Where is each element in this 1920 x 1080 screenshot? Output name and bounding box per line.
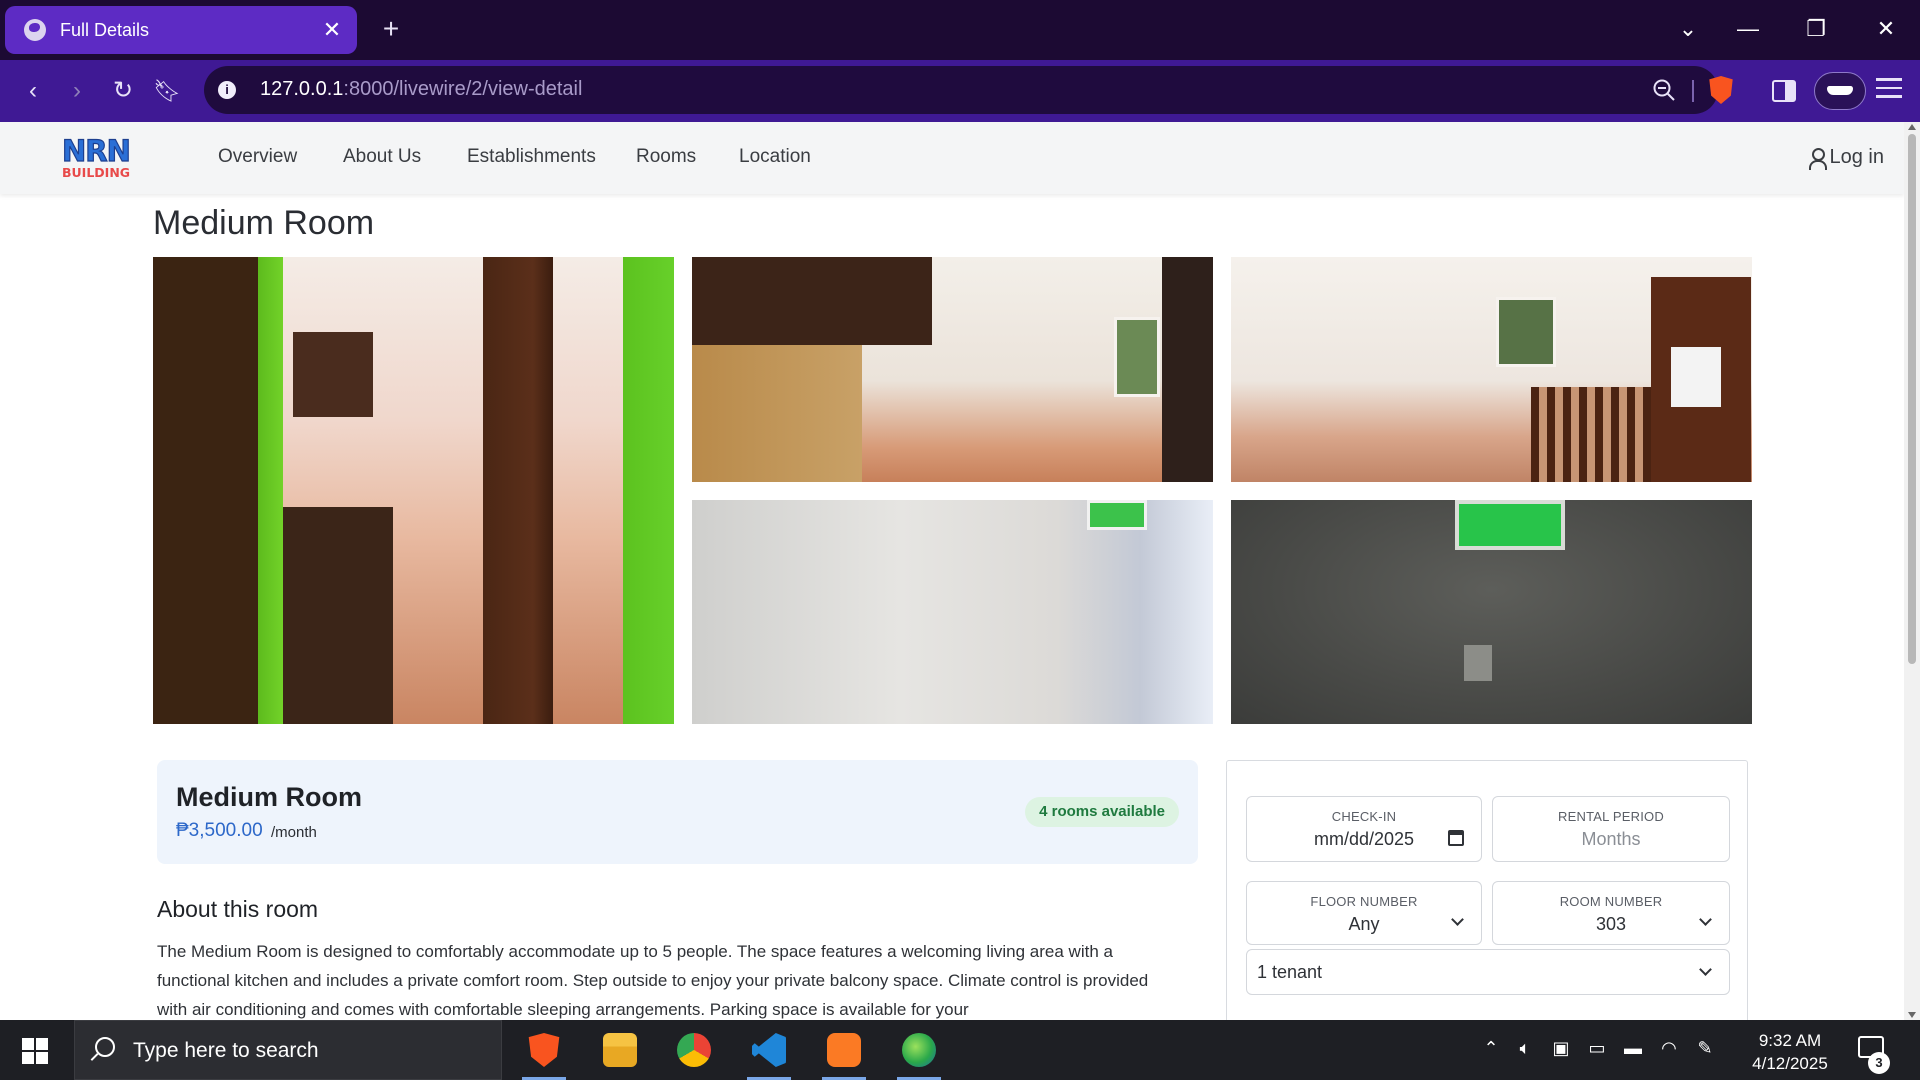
taskbar-clock[interactable]: 9:32 AM 4/12/2025 (1720, 1029, 1860, 1075)
menu-icon[interactable] (1876, 78, 1902, 100)
back-icon[interactable]: ‹ (16, 74, 50, 108)
room-photo-bathroom-wall[interactable] (1231, 500, 1752, 724)
floor-number-select[interactable]: FLOOR NUMBER Any (1246, 881, 1482, 945)
wifi-icon[interactable]: ◠ (1654, 1038, 1684, 1059)
chevron-down-icon (1699, 963, 1712, 976)
nav-rooms[interactable]: Rooms (636, 146, 696, 168)
nav-establishments[interactable]: Establishments (467, 146, 596, 168)
browser-tab-strip: Full Details ✕ + ⌄ — ❐ ✕ (0, 0, 1920, 60)
room-name: Medium Room (176, 782, 362, 812)
url-text[interactable]: 127.0.0.1:8000/livewire/2/view-detail (260, 78, 582, 101)
tray-overflow-icon[interactable]: ⌃ (1476, 1038, 1506, 1059)
room-summary-card: Medium Room ₱3,500.00 /month 4 rooms ava… (157, 760, 1198, 864)
tab-title: Full Details (60, 19, 150, 40)
close-window-button[interactable]: ✕ (1866, 14, 1906, 44)
new-tab-button[interactable]: + (376, 14, 406, 44)
tab-search-chevron-icon[interactable]: ⌄ (1668, 14, 1708, 44)
tenant-count-select[interactable]: 1 tenant (1246, 949, 1730, 995)
page-title: Medium Room (153, 204, 375, 242)
vscode-taskbar-icon[interactable] (741, 1028, 797, 1080)
tab-close-icon[interactable]: ✕ (317, 17, 347, 43)
toolbar-separator (1692, 80, 1694, 102)
chrome-taskbar-icon[interactable] (666, 1028, 722, 1072)
brave-taskbar-icon[interactable] (516, 1028, 572, 1080)
meet-icon[interactable]: ▣ (1546, 1038, 1576, 1059)
room-price: ₱3,500.00 (176, 820, 263, 841)
sidebar-toggle-icon[interactable] (1772, 80, 1796, 102)
xampp-taskbar-icon[interactable] (816, 1028, 872, 1080)
forward-icon[interactable]: › (60, 74, 94, 108)
battery-icon[interactable]: ▬ (1618, 1038, 1648, 1059)
scroll-down-arrow-icon[interactable] (1908, 1012, 1916, 1018)
nav-location[interactable]: Location (739, 146, 811, 168)
booking-form: CHECK-IN mm/dd/2025 RENTAL PERIOD Months… (1226, 760, 1748, 1020)
user-icon (1808, 147, 1827, 170)
display-icon[interactable]: ▭ (1582, 1038, 1612, 1059)
file-explorer-taskbar-icon[interactable] (592, 1028, 648, 1072)
windows-start-icon[interactable] (22, 1038, 48, 1064)
reader-mode-button[interactable] (1814, 72, 1866, 110)
page-scrollbar[interactable] (1904, 122, 1920, 1020)
page-viewport: NRN BUILDING Overview About Us Establish… (0, 122, 1904, 1020)
scroll-up-arrow-icon[interactable] (1908, 124, 1916, 130)
availability-badge: 4 rooms available (1025, 797, 1179, 827)
app-taskbar-icon[interactable] (891, 1028, 947, 1080)
room-photo-kitchen[interactable] (692, 257, 1213, 482)
windows-taskbar: Type here to search ⌃ 🔈︎ ▣ ▭ ▬ ◠ ✎ 9:32 … (0, 1020, 1920, 1080)
price-unit: /month (271, 824, 317, 841)
site-logo[interactable]: NRN BUILDING (61, 135, 142, 182)
restore-button[interactable]: ❐ (1796, 14, 1836, 44)
zoom-out-icon[interactable] (1652, 78, 1676, 102)
browser-tab-active[interactable]: Full Details ✕ (5, 6, 357, 54)
room-photo-main[interactable] (153, 257, 674, 724)
rental-period-input[interactable]: RENTAL PERIOD Months (1492, 796, 1730, 862)
site-info-icon[interactable]: i (218, 81, 236, 99)
bookmark-icon[interactable]: 🔖︎ (150, 74, 184, 108)
taskbar-search-box[interactable]: Type here to search (74, 1020, 502, 1080)
calendar-icon[interactable] (1448, 830, 1464, 846)
volume-icon[interactable]: 🔈︎ (1510, 1038, 1540, 1059)
nav-about-us[interactable]: About Us (343, 146, 421, 168)
about-heading: About this room (157, 896, 319, 922)
minimize-button[interactable]: — (1728, 14, 1768, 44)
room-photo-balcony[interactable] (1231, 257, 1752, 482)
search-icon (95, 1037, 115, 1057)
checkin-date-input[interactable]: CHECK-IN mm/dd/2025 (1246, 796, 1482, 862)
scrollbar-thumb[interactable] (1908, 134, 1916, 664)
notification-count-badge: 3 (1868, 1052, 1890, 1074)
nav-overview[interactable]: Overview (218, 146, 297, 168)
room-number-select[interactable]: ROOM NUMBER 303 (1492, 881, 1730, 945)
globe-icon (24, 19, 46, 41)
reload-icon[interactable]: ↻ (106, 74, 140, 108)
pen-icon[interactable]: ✎ (1690, 1038, 1720, 1059)
site-navbar: NRN BUILDING Overview About Us Establish… (0, 122, 1904, 194)
room-photo-bathroom[interactable] (692, 500, 1213, 724)
about-text: The Medium Room is designed to comfortab… (157, 942, 1149, 1019)
login-link[interactable]: Log in (1808, 146, 1884, 170)
